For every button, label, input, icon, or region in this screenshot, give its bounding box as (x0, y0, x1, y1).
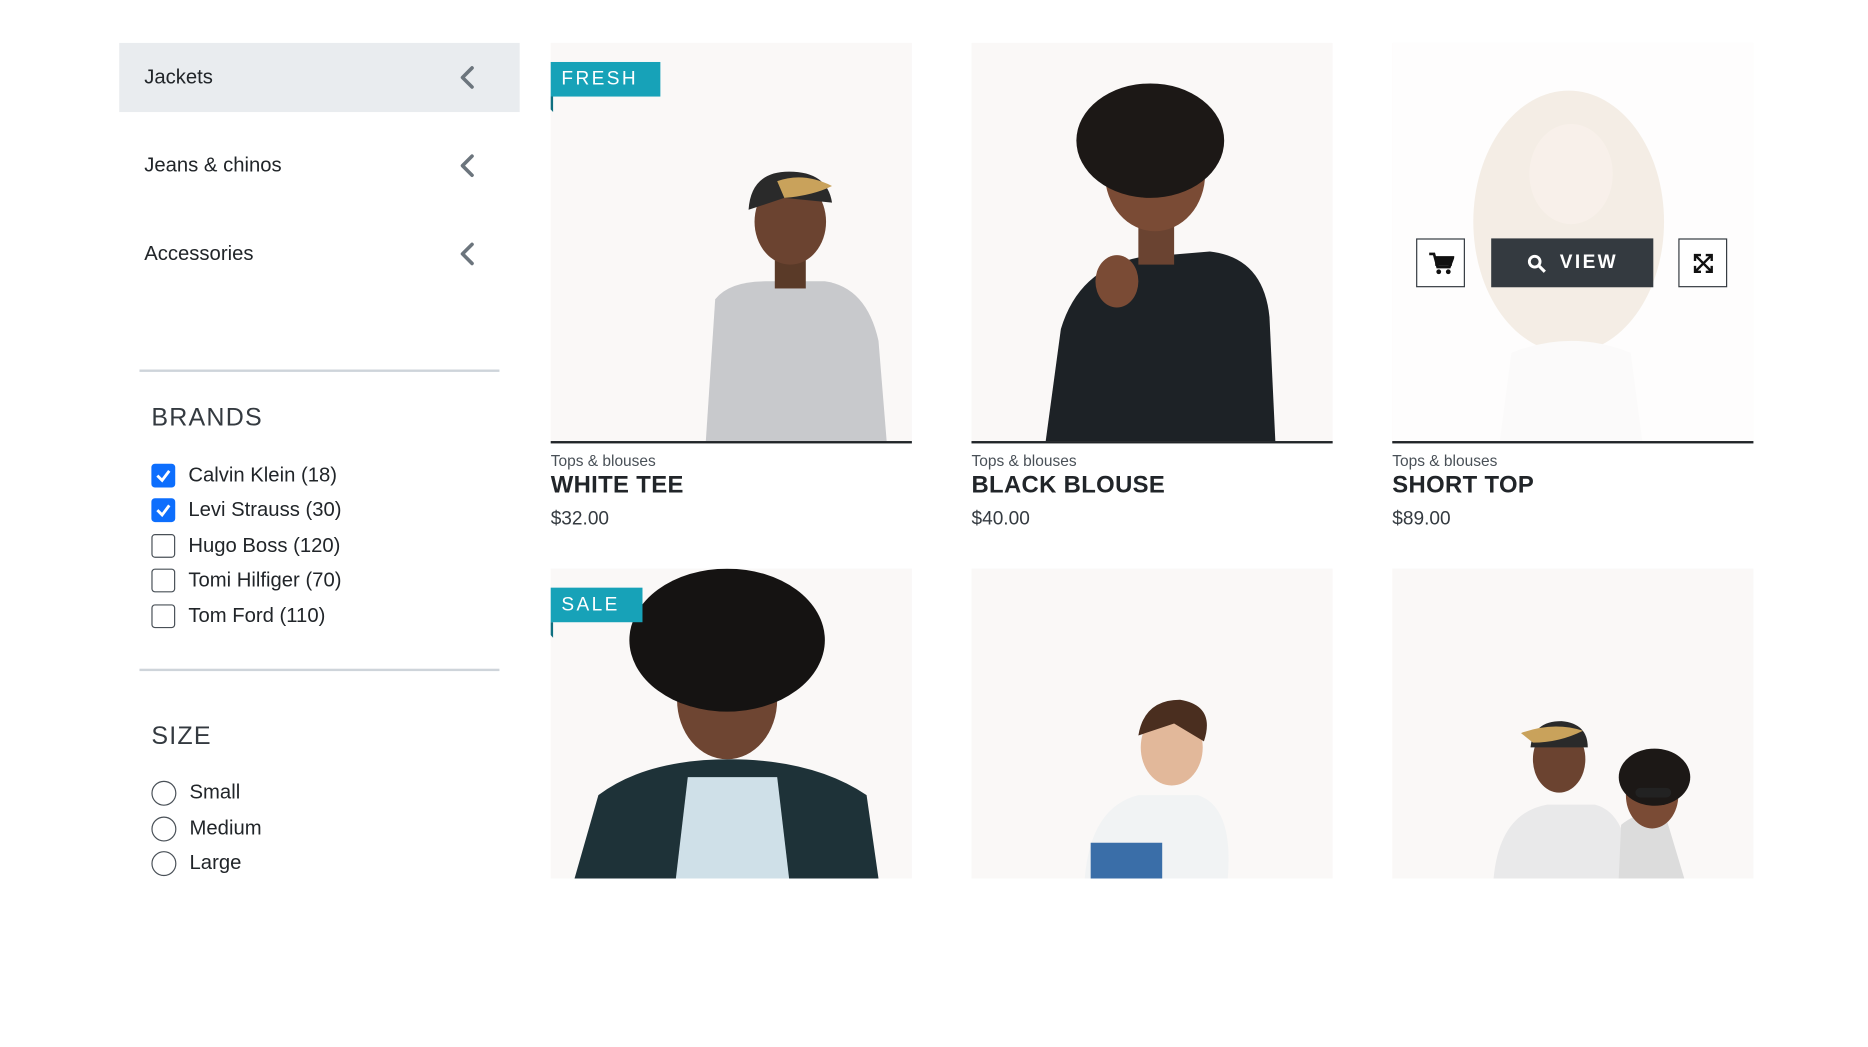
product-card[interactable] (1392, 568, 1754, 879)
size-option-medium[interactable]: Medium (151, 814, 262, 843)
brand-filter-tomi-hilfiger[interactable]: Tomi Hilfiger (70) (151, 566, 341, 595)
product-image[interactable]: SALE (550, 568, 912, 879)
quick-view-button[interactable]: VIEW (1491, 238, 1654, 288)
expand-button[interactable] (1678, 238, 1728, 288)
size-label: Small (189, 780, 241, 804)
view-label: VIEW (1559, 252, 1619, 273)
shop-page: Jackets Jeans & chinos Accessories BRAND… (0, 0, 1868, 879)
product-name[interactable]: BLACK BLOUSE (971, 472, 1332, 499)
chevron-left-icon (460, 242, 474, 266)
product-card[interactable]: VIEW Tops & blouses SHORT TOP $89.00 (1392, 42, 1754, 531)
checkbox[interactable] (151, 568, 176, 593)
brand-label: Hugo Boss (120) (188, 534, 341, 557)
brand-filter-levi-strauss[interactable]: Levi Strauss (30) (151, 496, 342, 525)
check-icon (156, 469, 171, 483)
checkbox[interactable] (151, 604, 176, 629)
ribbon-fold (550, 622, 554, 638)
brand-filter-tom-ford[interactable]: Tom Ford (110) (151, 602, 325, 631)
brand-label: Tomi Hilfiger (70) (188, 568, 342, 592)
product-category: Tops & blouses (550, 451, 656, 470)
product-image[interactable] (1392, 568, 1754, 879)
category-jeans-chinos[interactable]: Jeans & chinos (119, 131, 520, 200)
product-name[interactable]: WHITE TEE (551, 472, 912, 499)
product-price: $32.00 (550, 508, 610, 530)
product-image[interactable]: FRESH (550, 42, 912, 444)
cart-icon (1428, 251, 1454, 274)
product-card[interactable] (971, 568, 1333, 879)
brand-filter-hugo-boss[interactable]: Hugo Boss (120) (151, 532, 340, 561)
chevron-left-icon (460, 154, 474, 178)
product-card[interactable]: SALE (550, 568, 912, 879)
brand-label: Levi Strauss (30) (188, 498, 342, 521)
size-option-small[interactable]: Small (151, 778, 240, 807)
ribbon-label: SALE (561, 594, 620, 616)
ribbon-badge: SALE (550, 587, 643, 638)
product-photo (1493, 721, 1691, 879)
size-label: Medium (189, 816, 262, 840)
category-label: Accessories (144, 241, 254, 265)
radio-button[interactable] (151, 815, 177, 841)
size-option-large[interactable]: Large (151, 849, 241, 878)
brand-label: Calvin Klein (18) (188, 463, 338, 487)
brand-label: Tom Ford (110) (188, 604, 326, 627)
check-icon (156, 504, 171, 518)
category-label: Jackets (144, 65, 213, 89)
radio-button[interactable] (151, 780, 177, 806)
product-category: Tops & blouses (971, 451, 1077, 470)
checkbox[interactable] (151, 498, 176, 523)
product-category: Tops & blouses (1392, 451, 1498, 470)
checkbox[interactable] (151, 463, 176, 488)
size-title: SIZE (151, 722, 212, 750)
product-image[interactable]: VIEW (1392, 42, 1754, 444)
category-accessories[interactable]: Accessories (119, 219, 520, 288)
expand-icon (1693, 253, 1713, 273)
brand-filter-calvin-klein[interactable]: Calvin Klein (18) (151, 461, 337, 490)
chevron-left-icon (460, 66, 474, 89)
product-price: $40.00 (971, 508, 1030, 530)
ribbon-fold (550, 96, 554, 113)
product-image[interactable] (971, 42, 1333, 444)
sidebar-divider (139, 369, 500, 372)
product-image[interactable] (971, 568, 1333, 879)
product-card[interactable]: Tops & blouses BLACK BLOUSE $40.00 (971, 42, 1333, 531)
product-name[interactable]: SHORT TOP (1392, 472, 1753, 499)
category-label: Jeans & chinos (144, 153, 282, 177)
ribbon-label: FRESH (561, 69, 638, 90)
product-card[interactable]: FRESH Tops & blouses WHITE TEE $32.00 (550, 42, 912, 531)
checkbox[interactable] (151, 534, 176, 558)
category-jackets[interactable]: Jackets (119, 42, 520, 113)
product-photo (1084, 699, 1229, 879)
product-price: $89.00 (1392, 508, 1451, 530)
ribbon-badge: FRESH (550, 61, 661, 113)
brands-title: BRANDS (151, 404, 263, 432)
product-photo (705, 171, 887, 442)
radio-button[interactable] (151, 850, 177, 876)
product-photo (1045, 83, 1276, 442)
search-icon (1527, 254, 1546, 273)
sidebar-divider (139, 668, 500, 672)
add-to-cart-button[interactable] (1416, 238, 1465, 288)
size-label: Large (189, 851, 242, 874)
